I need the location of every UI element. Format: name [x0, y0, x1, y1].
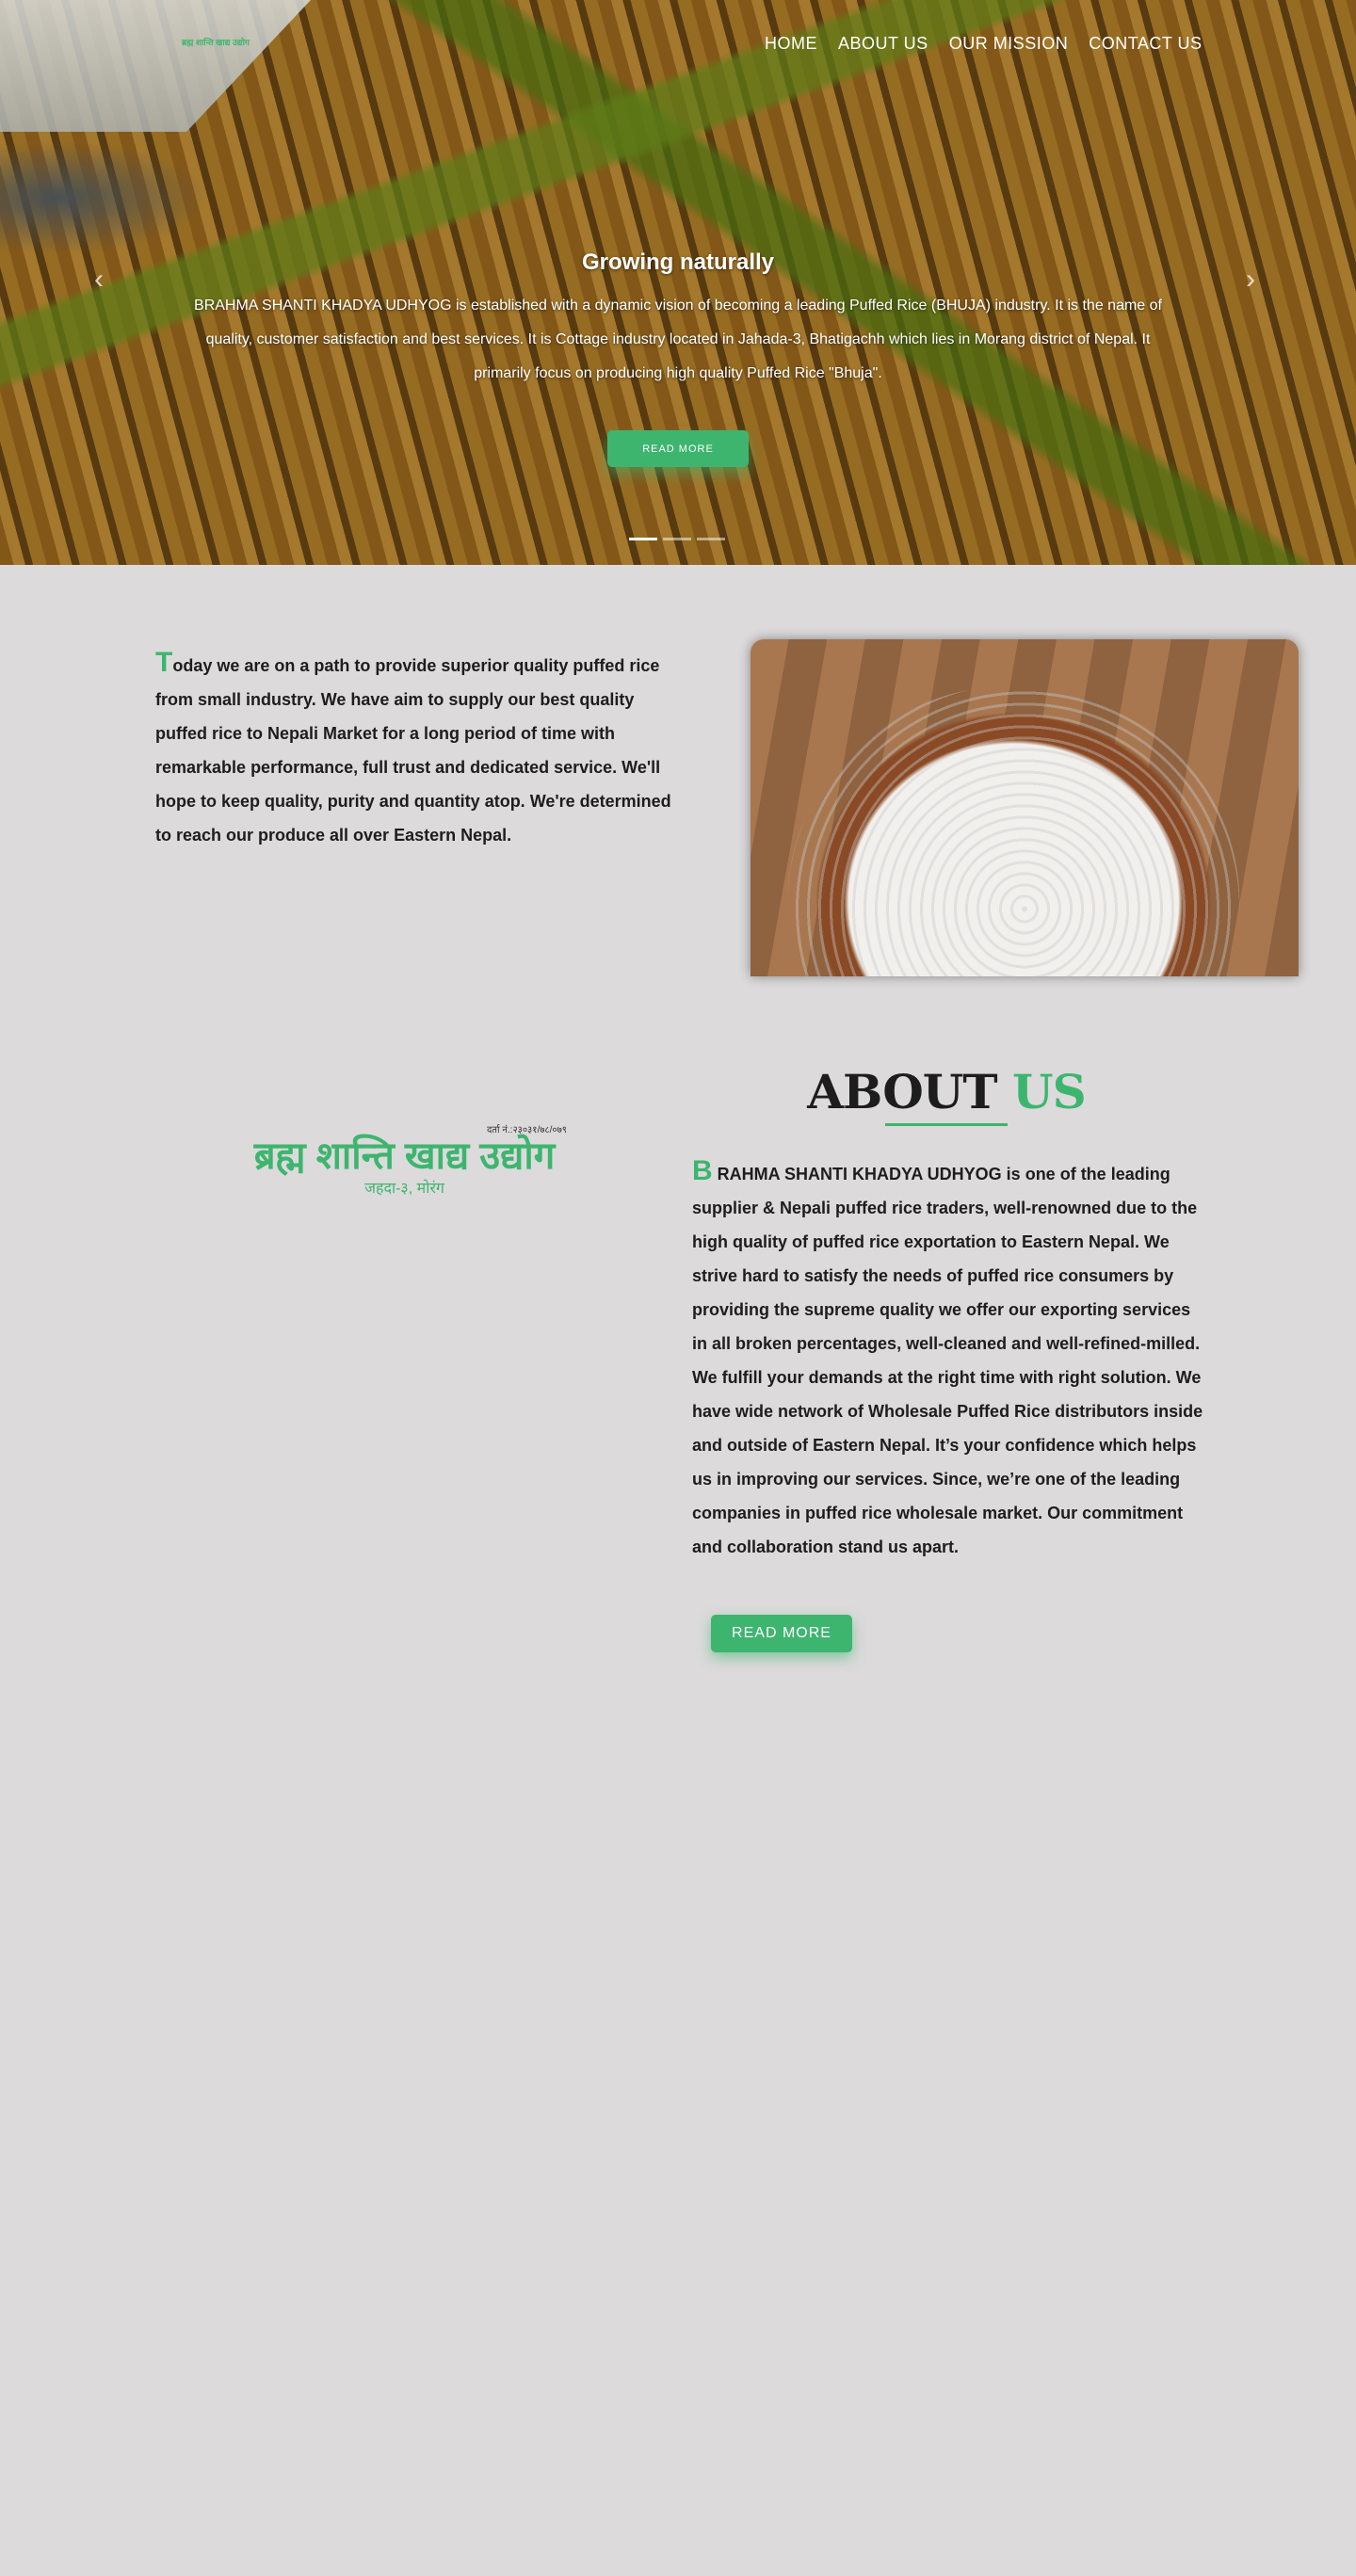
about-drop-cap: B [692, 1155, 713, 1186]
about-heading: ABOUT US [734, 1064, 1158, 1119]
chevron-right-icon[interactable]: › [1246, 264, 1255, 296]
about-heading-dark: ABOUT [807, 1064, 997, 1119]
chevron-left-icon[interactable]: ‹ [94, 264, 104, 296]
hero-carousel: ब्रह्म शान्ति खाद्य उद्योग HOME ABOUT US… [0, 0, 1356, 565]
carousel-dot-2[interactable] [663, 538, 691, 540]
about-body: RAHMA SHANTI KHADYA UDHYOG is one of the… [692, 1165, 1203, 1556]
about-text: B RAHMA SHANTI KHADYA UDHYOG is one of t… [692, 1154, 1205, 1564]
intro-drop-cap: T [155, 647, 173, 678]
company-logo: दर्ता नं.:२३०३१/७८/०७९ ब्रह्म शान्ति खाद… [242, 1122, 567, 1198]
nav-contact-us[interactable]: CONTACT US [1089, 34, 1202, 54]
logo-address: जहदा-३, मोरंग [364, 1181, 444, 1197]
carousel-indicators [629, 538, 725, 540]
hero-title: Growing naturally [581, 250, 775, 275]
about-read-more-button[interactable]: READ MORE [711, 1615, 852, 1652]
hero-read-more-button[interactable]: READ MORE [607, 430, 749, 467]
carousel-dot-3[interactable] [697, 538, 725, 540]
hero-caption: Growing naturally BRAHMA SHANTI KHADYA U… [188, 250, 1168, 391]
site-logo[interactable]: ब्रह्म शान्ति खाद्य उद्योग [182, 36, 250, 48]
carousel-dot-1[interactable] [629, 538, 657, 540]
about-heading-green: US [1012, 1064, 1087, 1119]
nav-our-mission[interactable]: OUR MISSION [949, 34, 1069, 54]
hero-background [0, 0, 311, 132]
main-nav: HOME ABOUT US OUR MISSION CONTACT US [765, 34, 1203, 54]
nav-home[interactable]: HOME [765, 34, 817, 54]
heading-underline [885, 1123, 1008, 1126]
hero-text: BRAHMA SHANTI KHADYA UDHYOG is establish… [194, 298, 1162, 381]
intro-body: oday we are on a path to provide superio… [155, 656, 671, 845]
puffed-rice-image [751, 639, 1299, 976]
intro-text: Today we are on a path to provide superi… [155, 646, 678, 852]
logo-registration: दर्ता नं.:२३०३१/७८/०७९ [486, 1125, 567, 1135]
nav-about-us[interactable]: ABOUT US [838, 34, 928, 54]
logo-name: ब्रह्म शान्ति खाद्य उद्योग [253, 1135, 556, 1177]
